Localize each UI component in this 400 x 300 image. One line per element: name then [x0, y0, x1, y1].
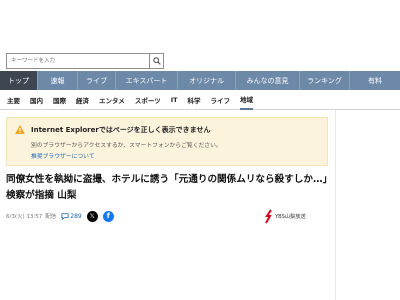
search-button[interactable]	[149, 53, 164, 69]
publisher-mark-icon	[265, 209, 272, 224]
article-date: 6/3(火) 13:57	[6, 214, 43, 220]
comments-link[interactable]: 289	[61, 212, 82, 220]
comment-count: 289	[70, 212, 82, 220]
x-share-icon[interactable]: 𝕏	[86, 210, 98, 222]
tab-top[interactable]: トップ	[0, 71, 38, 90]
tab-paid[interactable]: 有料	[350, 71, 400, 90]
recommended-browsers-link[interactable]: 推奨ブラウザーについて	[31, 151, 95, 160]
category-tab-local[interactable]: 地域	[240, 90, 254, 110]
category-tab-economy[interactable]: 経済	[76, 90, 89, 110]
facebook-share-icon[interactable]: f	[102, 210, 114, 222]
tab-original[interactable]: オリジナル	[178, 71, 236, 90]
warning-icon	[15, 125, 25, 134]
category-tab-domestic[interactable]: 国内	[30, 90, 43, 110]
category-tab-it[interactable]: IT	[171, 90, 178, 110]
comment-icon	[61, 212, 69, 220]
article-headline: 同僚女性を執拗に盗撮、ホテルに誘う「元通りの関係ムリなら殺すしか…」検察が指摘 …	[6, 174, 328, 201]
tab-breaking[interactable]: 速報	[38, 71, 78, 90]
search-icon	[152, 57, 161, 65]
category-nav: 主要 国内 国際 経済 エンタメ スポーツ IT 科学 ライフ 地域	[0, 90, 400, 110]
tab-expert[interactable]: エキスパート	[116, 71, 178, 90]
publisher-name: YBS山梨放送	[275, 214, 306, 220]
tab-opinions[interactable]: みんなの意見	[236, 71, 300, 90]
category-tab-international[interactable]: 国際	[53, 90, 66, 110]
category-tab-science[interactable]: 科学	[188, 90, 201, 110]
main-nav: トップ 速報 ライブ エキスパート オリジナル みんなの意見 ランキング 有料	[0, 71, 400, 90]
column-divider	[335, 110, 336, 300]
category-tab-main[interactable]: 主要	[7, 90, 20, 110]
search-input[interactable]	[6, 53, 149, 69]
article-status: 配信	[45, 214, 57, 220]
search-bar	[0, 51, 400, 71]
notice-text: 別のブラウザーからアクセスするか、スマートフォンからご覧ください。	[31, 143, 222, 149]
page: トップ 速報 ライブ エキスパート オリジナル みんなの意見 ランキング 有料 …	[0, 0, 400, 300]
tab-live[interactable]: ライブ	[78, 71, 116, 90]
category-tab-entertainment[interactable]: エンタメ	[99, 90, 125, 110]
category-tab-life[interactable]: ライフ	[211, 90, 231, 110]
browser-notice: Internet Explorerではページを正しく表示できません 別のブラウザ…	[6, 117, 328, 166]
publisher-logo[interactable]: YBS山梨放送	[264, 208, 306, 225]
tab-ranking[interactable]: ランキング	[300, 71, 350, 90]
notice-title: Internet Explorerではページを正しく表示できません	[31, 126, 211, 134]
category-tab-sports[interactable]: スポーツ	[135, 90, 161, 110]
